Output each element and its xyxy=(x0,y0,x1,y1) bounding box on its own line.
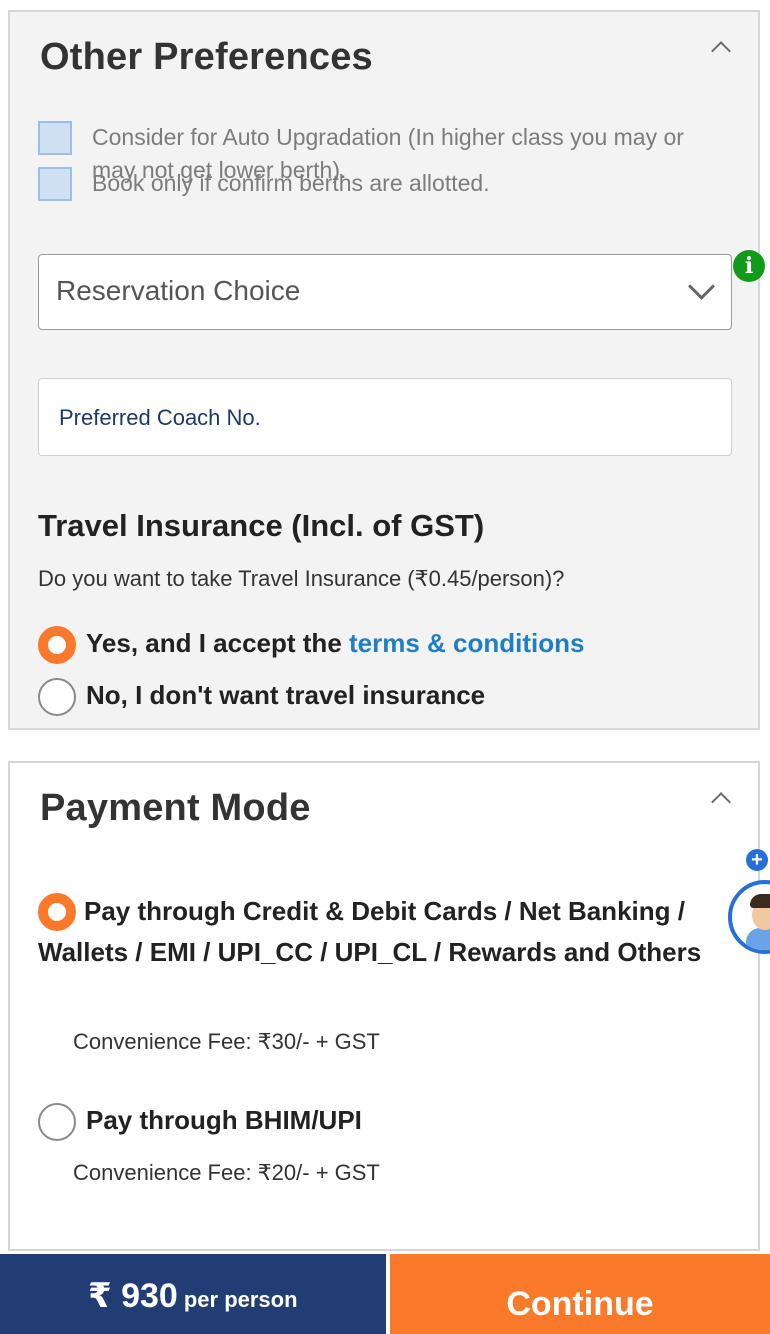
price-amount: ₹ 930 xyxy=(88,1277,178,1315)
insurance-yes-radio[interactable] xyxy=(38,626,76,664)
price-summary: ₹ 930 per person xyxy=(0,1254,386,1334)
auto-upgrade-checkbox[interactable] xyxy=(38,121,72,155)
insurance-no-label: No, I don't want travel insurance xyxy=(86,680,486,710)
pay-cards-fee: Convenience Fee: ₹30/- + GST xyxy=(73,1029,380,1054)
confirm-berths-checkbox[interactable] xyxy=(38,167,72,201)
preferred-coach-input[interactable]: Preferred Coach No. xyxy=(38,378,732,456)
preferred-coach-placeholder: Preferred Coach No. xyxy=(59,405,261,430)
booking-preferences-page: Other Preferences Consider for Auto Upgr… xyxy=(0,0,770,1334)
pay-upi-fee: Convenience Fee: ₹20/- + GST xyxy=(73,1160,380,1185)
reservation-choice-select[interactable]: Reservation Choice xyxy=(38,254,732,330)
avatar-body xyxy=(746,928,770,950)
terms-conditions-link[interactable]: terms & conditions xyxy=(349,628,584,658)
chevron-down-icon xyxy=(688,273,715,300)
plus-icon[interactable]: + xyxy=(746,849,768,871)
pay-upi-label: Pay through BHIM/UPI xyxy=(86,1105,362,1135)
travel-insurance-title: Travel Insurance (Incl. of GST) xyxy=(38,508,485,543)
confirm-berths-label: Book only if confirm berths are allotted… xyxy=(92,170,490,196)
travel-insurance-question: Do you want to take Travel Insurance (₹0… xyxy=(38,566,565,591)
pay-cards-label: Pay through Credit & Debit Cards / Net B… xyxy=(38,896,702,967)
payment-mode-title: Payment Mode xyxy=(40,787,311,829)
reservation-choice-value: Reservation Choice xyxy=(56,275,301,306)
continue-button[interactable]: Continue xyxy=(390,1254,770,1334)
payment-mode-panel: Payment Mode Pay through Credit & Debit … xyxy=(8,761,760,1251)
insurance-no-radio[interactable] xyxy=(38,678,76,716)
avatar-hair xyxy=(750,894,770,908)
chevron-up-icon[interactable] xyxy=(711,792,731,812)
info-icon[interactable]: i xyxy=(733,250,765,282)
pay-upi-radio[interactable] xyxy=(38,1103,76,1141)
insurance-yes-text: Yes, and I accept the xyxy=(86,628,349,658)
price-unit: per person xyxy=(183,1287,298,1312)
other-preferences-panel: Other Preferences Consider for Auto Upgr… xyxy=(8,10,765,730)
other-preferences-title: Other Preferences xyxy=(40,36,373,78)
chevron-up-icon[interactable] xyxy=(711,41,731,61)
insurance-yes-label: Yes, and I accept the terms & conditions xyxy=(86,628,584,659)
